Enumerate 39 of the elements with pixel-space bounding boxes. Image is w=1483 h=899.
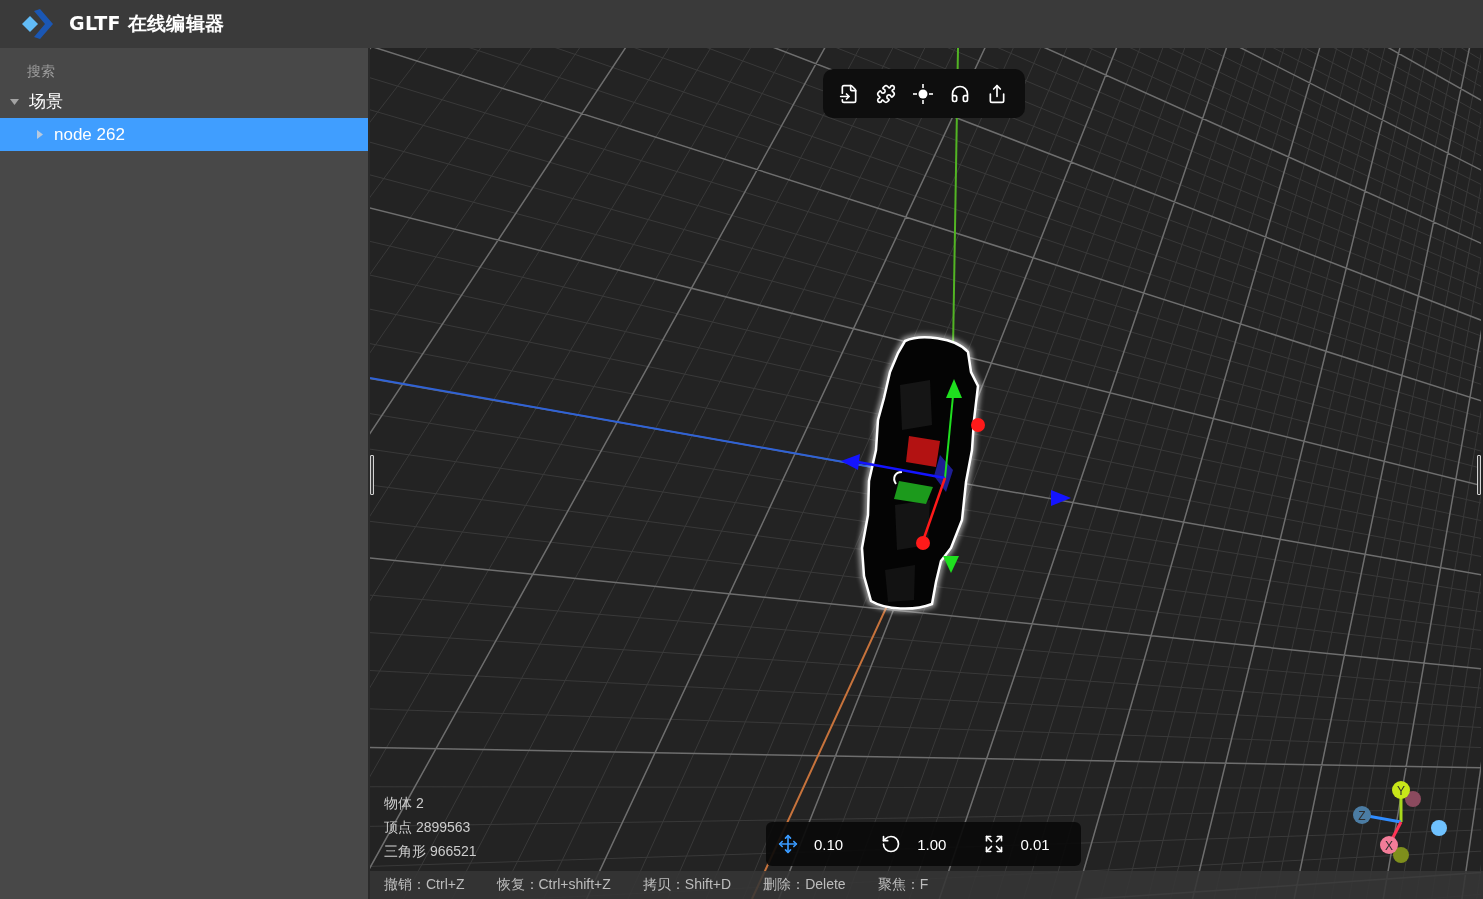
resize-handle[interactable] [1477, 455, 1481, 495]
logo-icon [21, 9, 53, 39]
file-import-icon [839, 83, 859, 104]
target-button[interactable] [911, 81, 935, 106]
shortcut-hint: 聚焦：F [877, 876, 929, 894]
axis-dot-icon[interactable] [1431, 820, 1447, 836]
axis-dot-icon[interactable] [1405, 791, 1421, 807]
axis-handle[interactable]: X [1380, 821, 1403, 854]
target-icon [913, 83, 933, 104]
snap-value: 1.00 [917, 835, 947, 853]
rotate-icon [881, 834, 902, 854]
x-axis-cone[interactable] [971, 418, 985, 432]
search-field[interactable]: 搜索 [0, 57, 340, 85]
resize-handle[interactable] [370, 455, 374, 495]
stat-text: 三角形 966521 [384, 842, 477, 861]
headset-icon [950, 83, 970, 104]
puzzle-icon [876, 83, 896, 104]
tree-item[interactable]: 场景 [0, 85, 368, 118]
tree-item[interactable]: node 262 [0, 118, 368, 151]
y-axis-cone[interactable] [943, 556, 959, 573]
z-axis-arrow[interactable] [841, 454, 946, 480]
y-axis-arrow[interactable] [944, 379, 962, 479]
share-icon [987, 83, 1007, 104]
app-title: GLTF 在线编辑器 [69, 11, 225, 36]
shortcut-hint: 撤销：Ctrl+Z [384, 876, 465, 894]
axis-handle[interactable]: Y [1392, 781, 1410, 822]
shortcut-hint: 删除：Delete [763, 876, 846, 894]
axis-handle[interactable]: Z [1353, 806, 1402, 824]
move-icon [778, 834, 798, 854]
stat-text: 顶点 2899563 [384, 818, 472, 837]
x-axis-arrow[interactable] [916, 477, 947, 550]
axis-dot-icon[interactable] [1393, 847, 1409, 863]
snap-value: 0.01 [1020, 835, 1050, 853]
shortcut-hint: 拷贝：Shift+D [642, 876, 732, 894]
expand-icon [984, 834, 1005, 854]
move-button[interactable] [776, 832, 800, 856]
shortcut-hint: 恢复：Ctrl+shift+Z [496, 876, 611, 894]
stat-text: 物体 2 [384, 794, 425, 813]
snap-value: 0.10 [814, 835, 844, 853]
